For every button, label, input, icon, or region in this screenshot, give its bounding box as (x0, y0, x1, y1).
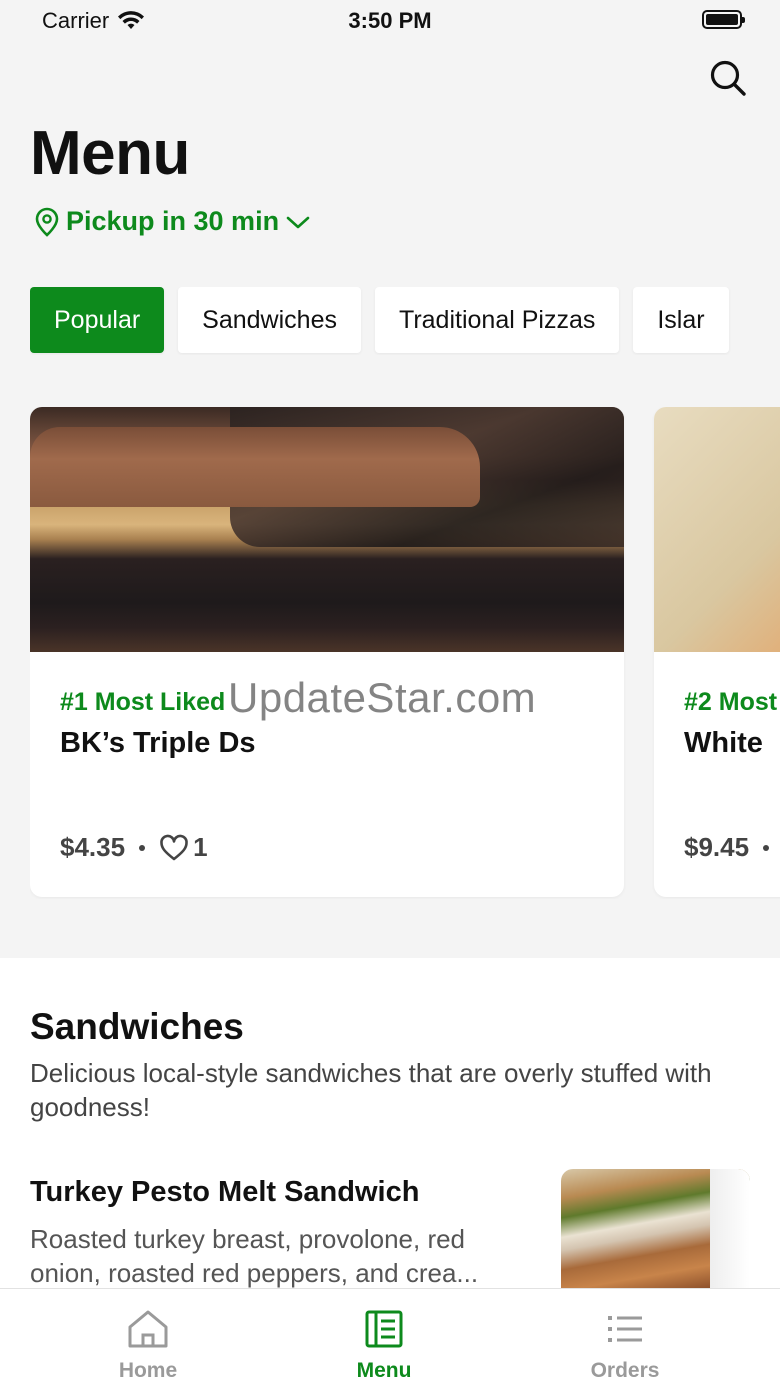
card-meta: $9.45 (684, 832, 770, 863)
sandwiches-section: Sandwiches Delicious local-style sandwic… (0, 958, 780, 1299)
separator-dot (763, 844, 770, 851)
tab-sandwiches[interactable]: Sandwiches (178, 287, 361, 353)
section-description: Delicious local-style sandwiches that ar… (30, 1058, 712, 1122)
brownie-photo (30, 407, 624, 652)
featured-card[interactable]: #2 Most White $9.45 (654, 407, 780, 897)
tab-islands[interactable]: Islar (633, 287, 729, 353)
tab-popular[interactable]: Popular (30, 287, 165, 353)
nav-label: Orders (590, 1359, 660, 1382)
card-price: $9.45 (684, 832, 750, 862)
status-time: 3:50 PM (348, 8, 432, 33)
battery-icon (702, 10, 745, 29)
featured-carousel: #1 Most Liked BK’s Triple Ds $4.35 1 #2 … (30, 407, 780, 899)
nav-menu[interactable]: Menu (304, 1309, 464, 1383)
location-pin-icon (35, 207, 59, 237)
search-button[interactable] (706, 56, 750, 100)
menu-item-description: Roasted turkey breast, provolone, red on… (30, 1224, 479, 1288)
nav-label: Home (118, 1359, 178, 1382)
likes-count: 1 (193, 832, 208, 862)
card-price: $4.35 (60, 832, 126, 862)
sandwich-photo[interactable] (561, 1169, 750, 1299)
watermark: UpdateStar.com (228, 674, 537, 721)
likes[interactable]: 1 (159, 832, 208, 863)
pickup-label: Pickup in 30 min (66, 206, 280, 236)
page-title: Menu (30, 119, 190, 188)
featured-card[interactable]: #1 Most Liked BK’s Triple Ds $4.35 1 (30, 407, 624, 897)
pickup-selector[interactable]: Pickup in 30 min (34, 206, 311, 237)
category-tabs: Popular Sandwiches Traditional Pizzas Islar (30, 287, 780, 355)
search-icon (710, 60, 746, 96)
card-title: White (684, 727, 763, 759)
card-title: BK’s Triple Ds (60, 727, 256, 759)
list-icon (608, 1316, 642, 1342)
bottom-nav: Home Menu Orders (0, 1288, 780, 1387)
card-rank: #2 Most (684, 688, 778, 716)
home-icon (128, 1310, 168, 1348)
card-meta: $4.35 1 (60, 832, 208, 863)
menu-item-name[interactable]: Turkey Pesto Melt Sandwich (30, 1176, 419, 1209)
chevron-down-icon (286, 216, 310, 228)
menu-book-icon (365, 1310, 403, 1348)
nav-orders[interactable]: Orders (545, 1309, 705, 1383)
nav-home[interactable]: Home (68, 1309, 228, 1383)
nav-label: Menu (356, 1359, 412, 1382)
status-bar: Carrier 3:50 PM (0, 0, 780, 40)
tab-traditional-pizzas[interactable]: Traditional Pizzas (374, 287, 620, 353)
section-title: Sandwiches (30, 1006, 244, 1047)
heart-icon (160, 834, 188, 860)
pizza-photo (654, 407, 780, 652)
separator-dot (139, 844, 146, 851)
